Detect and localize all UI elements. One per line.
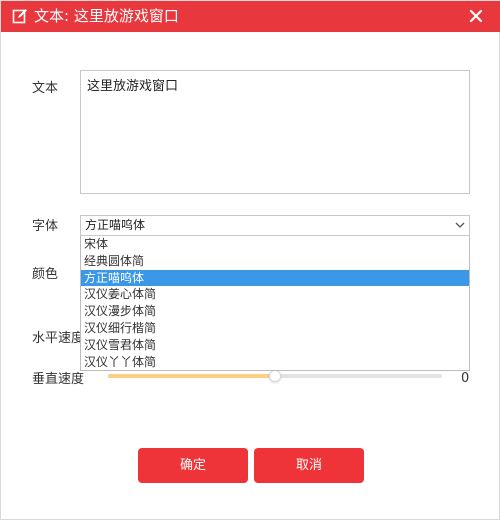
font-option[interactable]: 汉仪漫步体简: [81, 303, 469, 319]
font-option[interactable]: 汉仪姜心体简: [81, 286, 469, 302]
v-speed-slider[interactable]: [108, 370, 442, 382]
close-icon[interactable]: [467, 7, 485, 25]
font-option[interactable]: 经典圆体简: [81, 253, 469, 269]
text-label: 文本: [32, 81, 59, 96]
cancel-button[interactable]: 取消: [254, 448, 364, 483]
dialog-titlebar: 文本: 这里放游戏窗口: [1, 1, 500, 32]
text-input[interactable]: 这里放游戏窗口: [80, 70, 470, 194]
font-dropdown-list: 宋体 经典圆体简 方正喵呜体 汉仪姜心体简 汉仪漫步体简 汉仪细行楷简 汉仪雪君…: [80, 236, 470, 371]
color-label: 颜色: [32, 267, 59, 282]
slider-fill: [108, 374, 275, 378]
v-speed-value: 0: [461, 371, 470, 386]
font-option[interactable]: 汉仪雪君体简: [81, 337, 469, 353]
dialog-title: 文本: 这里放游戏窗口: [34, 7, 179, 25]
ok-button[interactable]: 确定: [138, 448, 248, 483]
font-option[interactable]: 汉仪细行楷简: [81, 320, 469, 336]
font-select-value: 方正喵呜体: [85, 218, 146, 232]
font-option[interactable]: 宋体: [81, 236, 469, 252]
h-speed-label: 水平速度: [32, 331, 85, 346]
slider-thumb[interactable]: [269, 370, 281, 382]
chevron-down-icon: [455, 222, 465, 228]
v-speed-label: 垂直速度: [32, 372, 85, 387]
text-settings-dialog: 文本: 这里放游戏窗口 文本 这里放游戏窗口 字体 方正喵呜体 宋体 经典圆体简…: [0, 0, 500, 520]
font-label: 字体: [32, 219, 59, 234]
text-input-value: 这里放游戏窗口: [87, 79, 179, 94]
font-select[interactable]: 方正喵呜体: [80, 215, 470, 236]
font-option[interactable]: 汉仪丫丫体简: [81, 354, 469, 370]
edit-icon: [12, 9, 27, 24]
font-option-selected[interactable]: 方正喵呜体: [81, 269, 469, 286]
